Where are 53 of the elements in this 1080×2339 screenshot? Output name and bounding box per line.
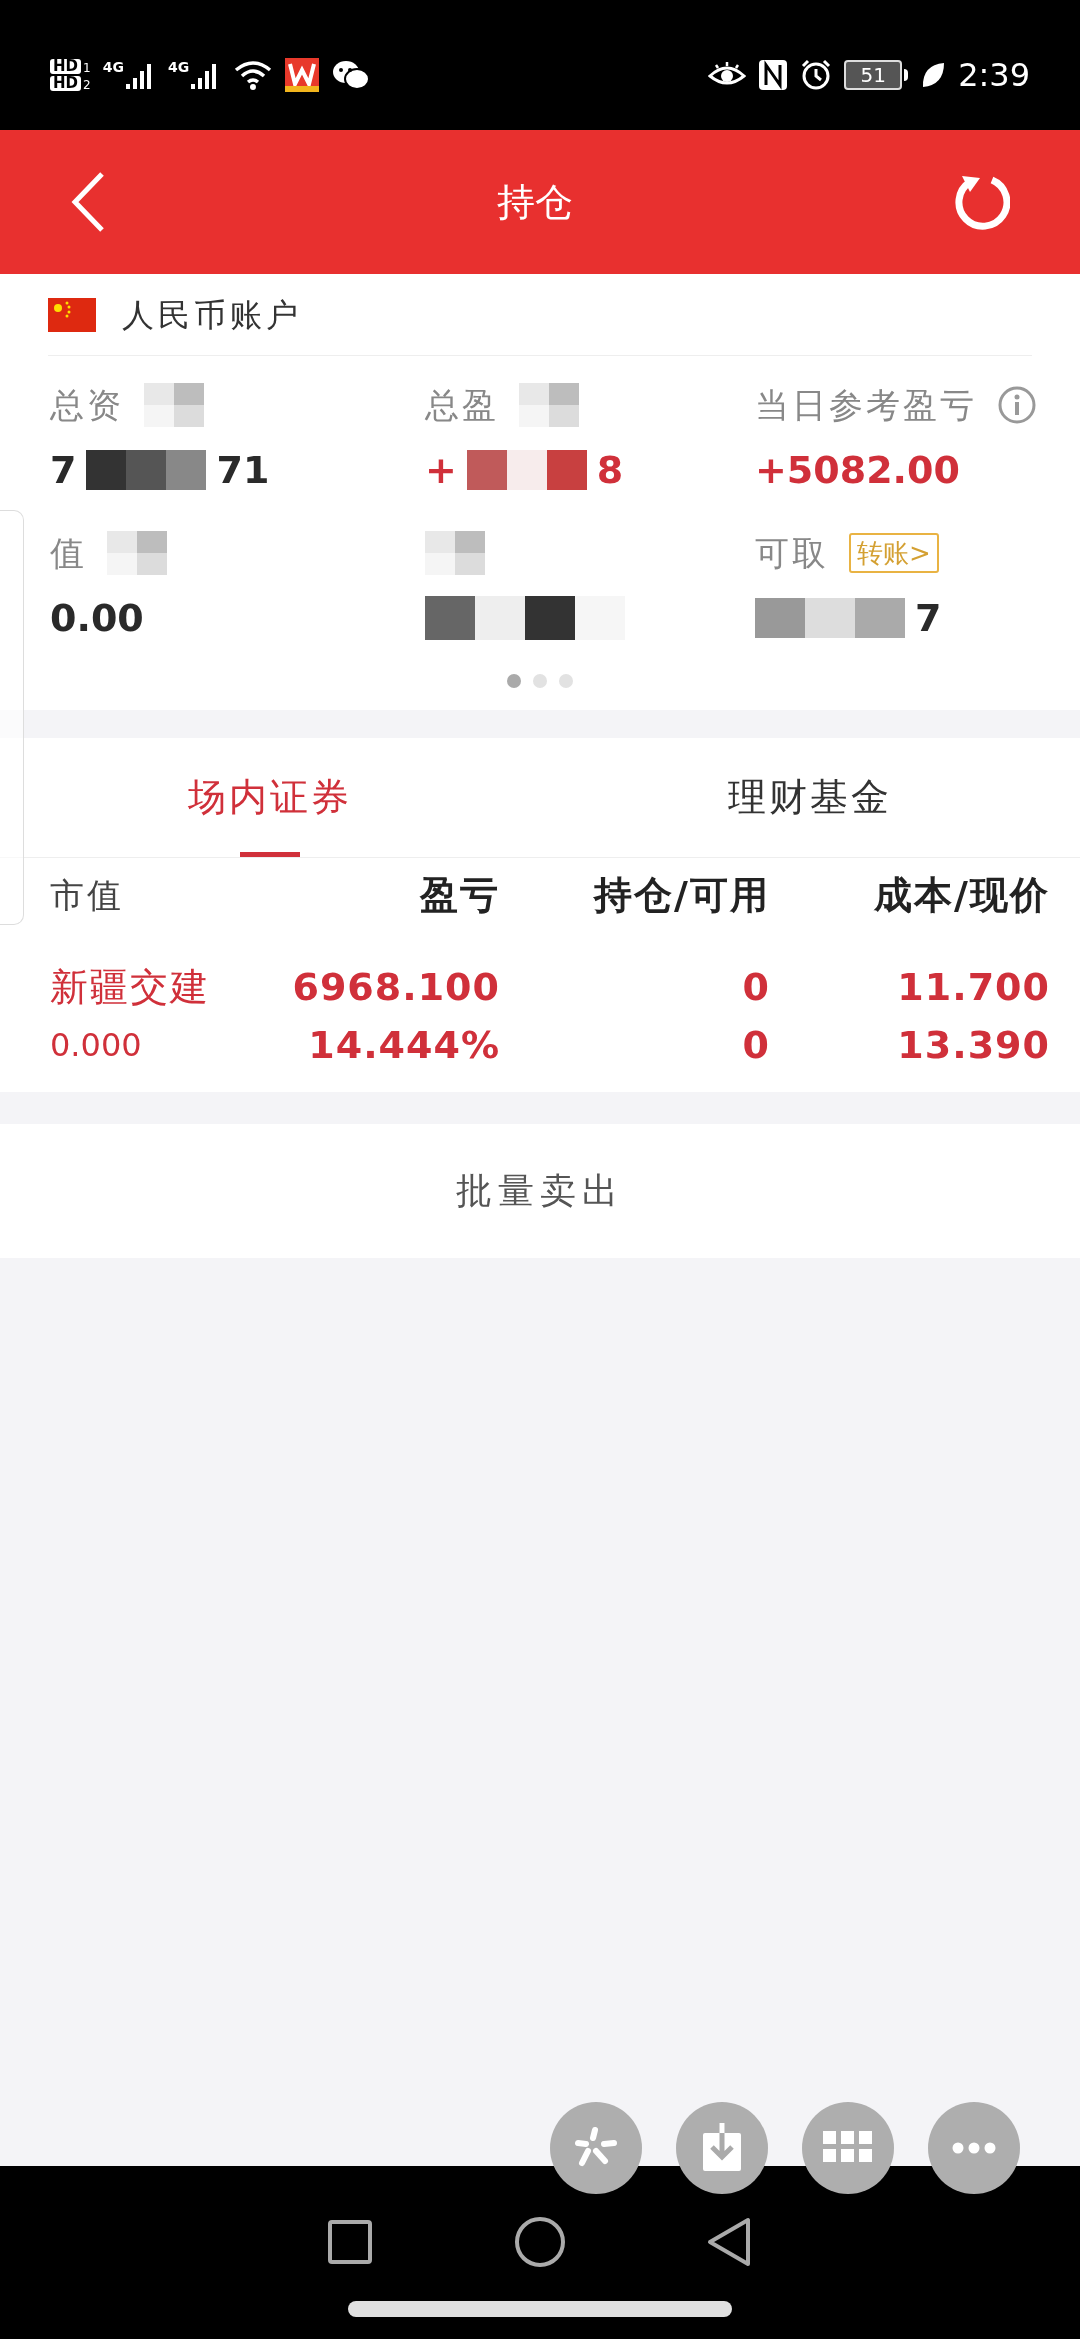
stat-value: 8 <box>596 446 624 494</box>
page-title: 持仓 <box>497 178 573 226</box>
account-name: 人民币账户 <box>122 294 302 336</box>
stat-value: + <box>425 446 457 494</box>
stat-value: 0.00 <box>50 594 144 642</box>
column-header: 盈亏 <box>420 871 500 919</box>
table-cell-text: 新疆交建 <box>50 964 210 1011</box>
table-cell-text: 13.390 <box>897 1022 1050 1069</box>
stat-label: 值 <box>50 531 87 575</box>
hd-badge: HD <box>50 59 81 74</box>
table-cell-text: 11.700 <box>897 964 1050 1011</box>
column-header: 持仓/可用 <box>594 871 770 919</box>
leaf-icon <box>920 61 947 89</box>
stat-label: 可取 <box>755 531 829 575</box>
redaction-mosaic <box>107 531 167 575</box>
column-header: 成本/现价 <box>874 871 1050 919</box>
side-drawer-handle[interactable] <box>0 510 24 925</box>
hd-badge: HD <box>50 76 81 91</box>
home-icon[interactable] <box>514 2216 566 2268</box>
back-icon[interactable] <box>70 170 106 234</box>
redaction-mosaic <box>519 383 579 427</box>
alarm-icon <box>800 59 833 91</box>
sim-slot: 1 <box>83 62 91 74</box>
info-icon[interactable] <box>997 385 1037 425</box>
network-type: 4G <box>102 60 124 74</box>
battery-level: 51 <box>844 60 903 90</box>
table-cell-text: 6968.100 <box>292 964 500 1011</box>
battery-tip <box>904 69 909 81</box>
stat-label: 总盈 <box>425 383 499 427</box>
table-cell-text: 0 <box>742 1022 770 1069</box>
stat-value: +5082.00 <box>755 446 960 494</box>
table-cell-text: 14.444% <box>308 1022 500 1069</box>
stat-label: 当日参考盈亏 <box>755 383 977 427</box>
network-type: 4G <box>167 60 190 74</box>
redaction-mosaic <box>144 383 204 427</box>
table-cell-text: 0 <box>742 964 770 1011</box>
nfc-icon <box>758 59 789 91</box>
table-cell-text: 0.000 <box>50 1025 142 1066</box>
stat-value: 71 <box>216 446 270 494</box>
sim-slot: 2 <box>83 79 91 91</box>
app-icon <box>285 58 320 92</box>
flag-icon <box>48 297 96 332</box>
stat-value: 7 <box>915 594 942 642</box>
tab[interactable]: 理财基金 <box>540 738 1080 857</box>
recent-apps-icon[interactable] <box>326 2218 374 2266</box>
tab[interactable]: 场内证券 <box>0 738 540 857</box>
redaction-mosaic <box>425 531 485 575</box>
batch-sell-button[interactable]: 批量卖出 <box>0 1124 1080 1258</box>
stat-value: 7 <box>50 446 77 494</box>
wifi-icon <box>233 59 274 91</box>
clock: 2:39 <box>958 59 1030 91</box>
stat-label: 总资 <box>50 383 124 427</box>
column-header: 市值 <box>50 873 124 917</box>
